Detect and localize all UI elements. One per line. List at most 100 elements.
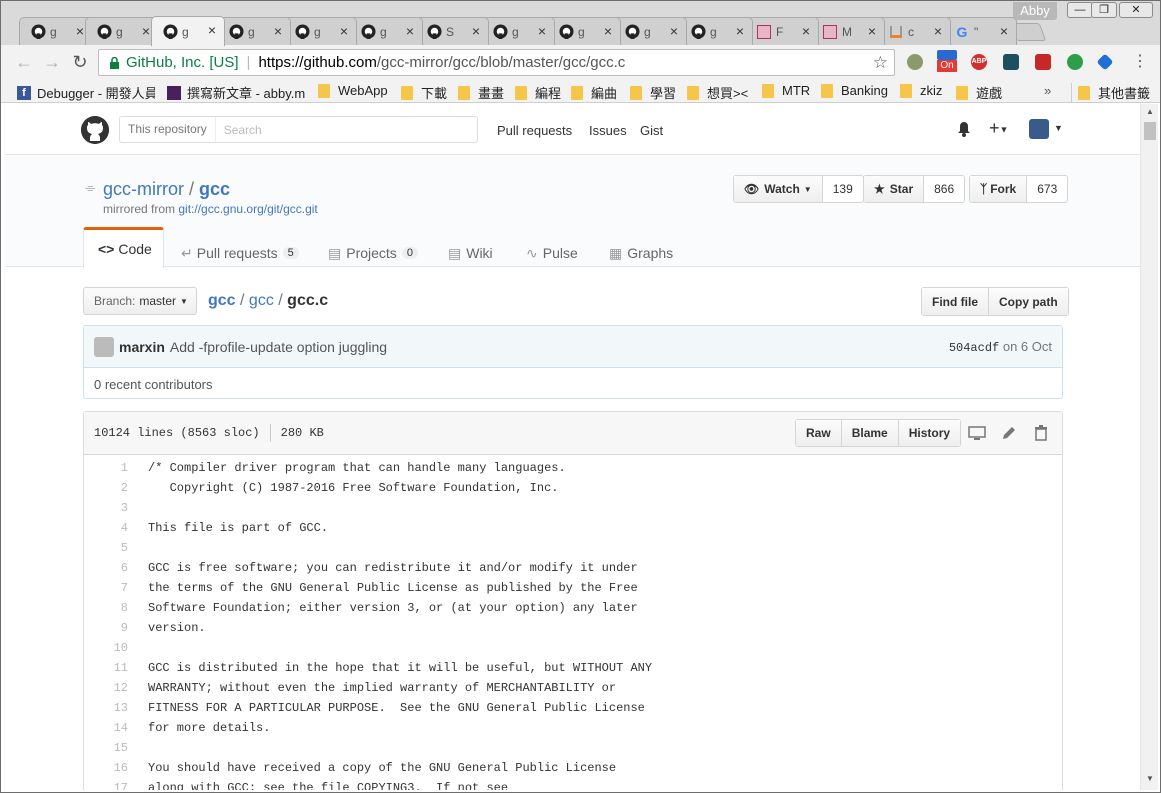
line-number[interactable]: 8 <box>84 601 128 615</box>
line-number[interactable]: 14 <box>84 721 128 735</box>
bookmark-item[interactable]: MTR <box>762 83 810 98</box>
bookmark-item[interactable]: 編曲 <box>571 83 617 102</box>
bookmark-item[interactable]: 編程 <box>515 83 561 102</box>
browser-tab[interactable]: g × <box>481 17 555 45</box>
caret-down-icon[interactable]: ▼ <box>1054 123 1063 133</box>
line-number[interactable]: 1 <box>84 461 128 475</box>
user-avatar[interactable] <box>1029 119 1049 139</box>
browser-tab[interactable]: S × <box>415 17 489 45</box>
edit-pencil-icon[interactable] <box>1000 424 1018 442</box>
bookmark-item[interactable]: 撰寫新文章 - abby.m <box>167 83 305 102</box>
find-file-button[interactable]: Find file <box>922 288 989 315</box>
scroll-down-arrow-icon[interactable]: ▼ <box>1146 774 1154 783</box>
tab-close-icon[interactable]: × <box>868 23 876 39</box>
bookmark-item[interactable]: 學習 <box>630 83 676 102</box>
repo-owner-link[interactable]: gcc-mirror <box>103 179 184 199</box>
tab-pulse[interactable]: ∿ Pulse <box>526 238 578 268</box>
nav-issues[interactable]: Issues <box>589 123 627 138</box>
extension-3-icon[interactable] <box>1003 54 1019 70</box>
line-number[interactable]: 9 <box>84 621 128 635</box>
bookmarks-overflow-button[interactable]: » <box>1044 83 1051 98</box>
other-bookmarks[interactable]: 其他書籤 <box>1071 83 1150 102</box>
contributors-count[interactable]: 0 recent contributors <box>84 368 1062 401</box>
fork-count[interactable]: 673 <box>1027 176 1067 202</box>
search-field[interactable]: This repository Search <box>119 116 478 143</box>
extension-4-icon[interactable] <box>1035 54 1051 70</box>
restore-button[interactable]: ❐ <box>1091 2 1117 18</box>
tab-projects[interactable]: ▤ Projects 0 <box>328 238 418 268</box>
branch-selector[interactable]: Branch: master ▼ <box>83 287 197 315</box>
forward-button[interactable]: → <box>41 51 63 73</box>
commit-message[interactable]: Add -fprofile-update option juggling <box>170 339 387 355</box>
tab-close-icon[interactable]: × <box>406 23 414 39</box>
breadcrumb-repo-link[interactable]: gcc <box>208 292 236 309</box>
scrollbar-thumb[interactable] <box>1144 122 1156 140</box>
mirror-url-link[interactable]: git://gcc.gnu.org/git/gcc.git <box>178 202 317 216</box>
extension-6-icon[interactable] <box>1096 53 1114 71</box>
line-number[interactable]: 12 <box>84 681 128 695</box>
search-input[interactable]: Search <box>216 123 262 137</box>
line-number[interactable]: 11 <box>84 661 128 675</box>
line-number[interactable]: 4 <box>84 521 128 535</box>
browser-tab[interactable]: g × <box>85 17 159 45</box>
browser-tab[interactable]: c × <box>877 17 951 45</box>
raw-button[interactable]: Raw <box>796 420 842 446</box>
tab-close-icon[interactable]: × <box>472 23 480 39</box>
bookmark-item[interactable]: 畫畫 <box>458 83 504 102</box>
tab-close-icon[interactable]: × <box>274 23 282 39</box>
line-number[interactable]: 15 <box>84 741 128 755</box>
browser-tab[interactable]: G " × <box>943 17 1017 45</box>
blame-button[interactable]: Blame <box>841 420 899 446</box>
tab-close-icon[interactable]: × <box>604 23 612 39</box>
bookmark-item[interactable]: 想買>< <box>687 83 748 102</box>
tab-close-icon[interactable]: × <box>208 22 216 38</box>
minimize-button[interactable]: — <box>1067 2 1093 18</box>
line-number[interactable]: 13 <box>84 701 128 715</box>
tab-code[interactable]: <> Code <box>83 227 164 268</box>
close-window-button[interactable]: ✕ <box>1119 2 1153 18</box>
extension-5-icon[interactable] <box>1067 54 1083 70</box>
reload-button[interactable]: ↻ <box>69 51 91 73</box>
tab-wiki[interactable]: ▤ Wiki <box>448 238 493 268</box>
page-scrollbar[interactable]: ▲ ▼ <box>1140 104 1158 790</box>
tab-close-icon[interactable]: × <box>934 23 942 39</box>
browser-tab[interactable]: g × <box>217 17 291 45</box>
bookmark-item[interactable]: zkiz <box>900 83 942 98</box>
extension-on-icon[interactable]: On <box>937 50 957 74</box>
browser-tab[interactable]: g × <box>151 16 225 46</box>
tab-close-icon[interactable]: × <box>76 23 84 39</box>
tab-graphs[interactable]: ▦ Graphs <box>609 238 673 268</box>
menu-button[interactable]: ⋮ <box>1129 51 1151 73</box>
commit-sha[interactable]: 504acdf <box>949 341 999 355</box>
line-number[interactable]: 2 <box>84 481 128 495</box>
watch-count[interactable]: 139 <box>823 176 863 202</box>
bookmark-item[interactable]: 遊戲 <box>956 83 1002 102</box>
fork-button[interactable]: ᛉ Fork <box>970 176 1028 202</box>
breadcrumb-dir-link[interactable]: gcc <box>249 292 274 309</box>
line-number[interactable]: 17 <box>84 781 128 790</box>
line-number[interactable]: 10 <box>84 641 128 655</box>
watch-button[interactable]: 👁 Watch ▼ <box>734 176 823 202</box>
browser-tab[interactable]: g × <box>679 17 753 45</box>
bookmark-item[interactable]: 下載 <box>401 83 447 102</box>
notifications-bell-icon[interactable] <box>957 121 971 137</box>
scroll-up-arrow-icon[interactable]: ▲ <box>1146 107 1154 116</box>
profile-badge[interactable]: Abby <box>1013 2 1057 20</box>
tab-close-icon[interactable]: × <box>1000 23 1008 39</box>
tab-close-icon[interactable]: × <box>802 23 810 39</box>
tab-close-icon[interactable]: × <box>736 23 744 39</box>
browser-tab[interactable]: F × <box>745 17 819 45</box>
tab-close-icon[interactable]: × <box>142 23 150 39</box>
line-number[interactable]: 6 <box>84 561 128 575</box>
history-button[interactable]: History <box>898 420 961 446</box>
omnibox[interactable]: GitHub, Inc. [US] | https://github.com/g… <box>98 49 895 76</box>
desktop-icon[interactable] <box>968 424 986 442</box>
line-number[interactable]: 7 <box>84 581 128 595</box>
bookmark-item[interactable]: WebApp <box>318 83 388 98</box>
bookmark-star-icon[interactable]: ☆ <box>873 53 888 73</box>
trash-icon[interactable] <box>1032 424 1050 442</box>
star-count[interactable]: 866 <box>924 176 964 202</box>
line-number[interactable]: 16 <box>84 761 128 775</box>
adblock-plus-icon[interactable]: ABP <box>971 54 987 70</box>
commit-author-avatar[interactable] <box>94 336 114 357</box>
